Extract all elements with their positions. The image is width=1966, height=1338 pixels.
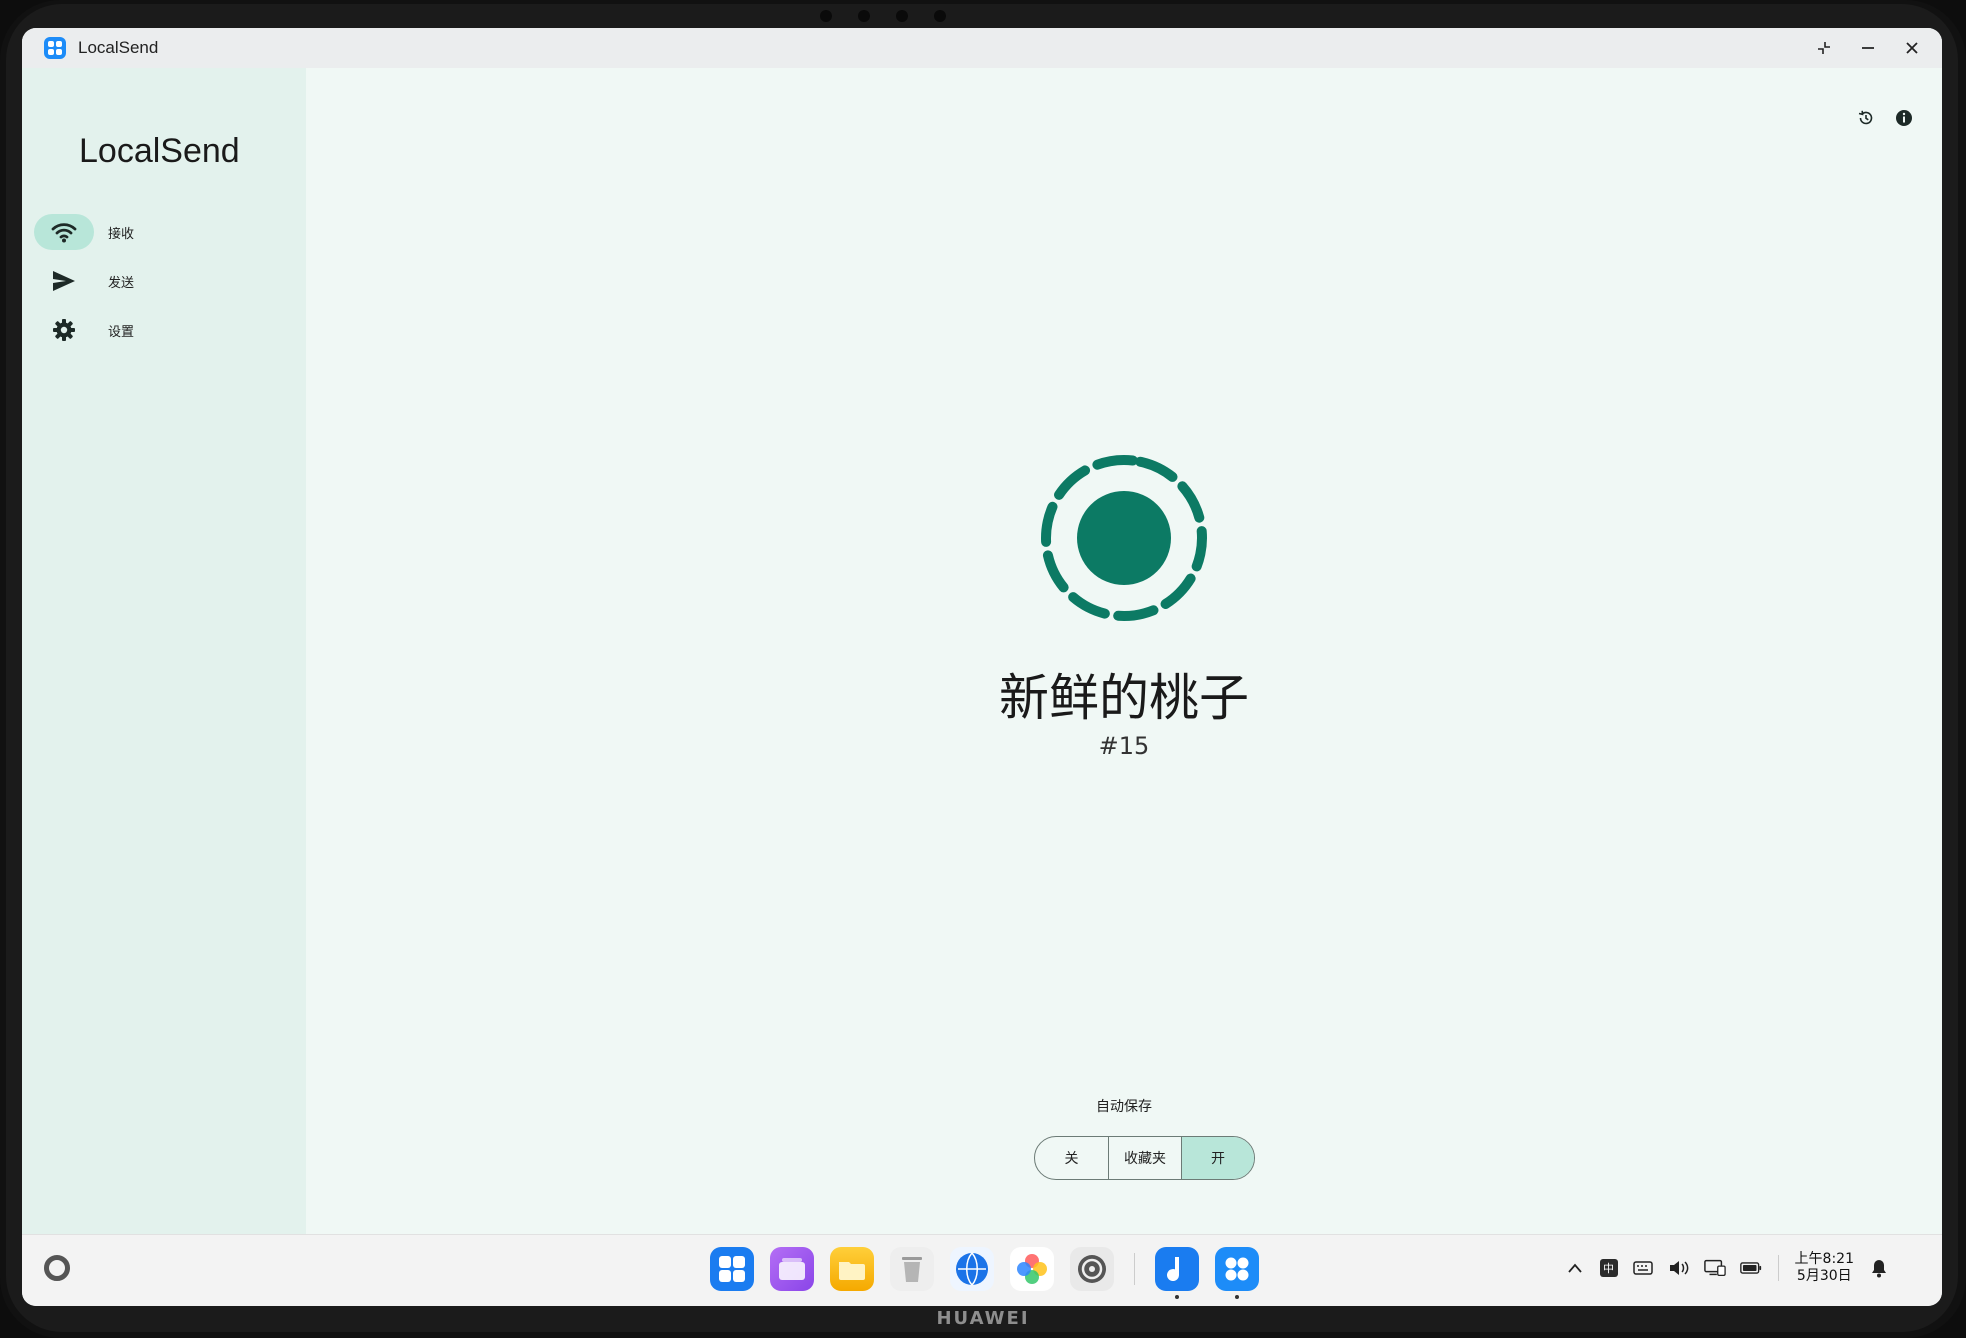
device-number: #15 xyxy=(1098,732,1150,760)
tablet-frame: LocalSend LocalSend 接收 发送 设置 新鲜的桃子 #15 自… xyxy=(0,0,1966,1338)
clock-date: 5月30日 xyxy=(1796,1268,1852,1284)
screen: LocalSend LocalSend 接收 发送 设置 新鲜的桃子 #15 自… xyxy=(22,28,1942,1306)
battery-icon[interactable] xyxy=(1739,1257,1762,1279)
autosave-option-off[interactable]: 关 xyxy=(1035,1137,1108,1179)
restore-window-icon[interactable] xyxy=(1814,38,1834,58)
camera-dot xyxy=(858,10,870,22)
close-window-icon[interactable] xyxy=(1902,38,1922,58)
localsend-app-icon xyxy=(44,37,66,59)
volume-icon[interactable] xyxy=(1668,1257,1690,1279)
window-title: LocalSend xyxy=(78,38,159,57)
app-launcher-icon[interactable] xyxy=(710,1247,754,1291)
dock xyxy=(710,1247,1259,1299)
keyboard-icon[interactable] xyxy=(1632,1257,1654,1279)
ime-indicator[interactable]: 中 xyxy=(1599,1259,1618,1277)
clock[interactable]: 上午8:21 5月30日 xyxy=(1795,1251,1854,1285)
device-brand-label: HUAWEI xyxy=(936,1308,1030,1329)
wifi-icon xyxy=(34,214,94,250)
localsend-radar-icon xyxy=(1041,455,1207,621)
notification-bell-icon[interactable] xyxy=(1868,1257,1890,1279)
browser-icon[interactable] xyxy=(950,1247,994,1291)
minimize-window-icon[interactable] xyxy=(1858,38,1878,58)
autosave-option-favorites[interactable]: 收藏夹 xyxy=(1108,1137,1181,1179)
autosave-option-on[interactable]: 开 xyxy=(1181,1137,1254,1179)
running-indicator xyxy=(1235,1295,1239,1299)
sidebar-item-label: 设置 xyxy=(108,324,135,340)
sidebar: LocalSend 接收 发送 设置 xyxy=(22,68,306,1234)
camera-array xyxy=(820,10,946,22)
system-tray: 中 上午8:21 5月30日 xyxy=(1564,1251,1890,1285)
camera-dot xyxy=(934,10,946,22)
camera-dot xyxy=(896,10,908,22)
start-button[interactable] xyxy=(44,1255,70,1281)
gallery-icon[interactable] xyxy=(1010,1247,1054,1291)
tray-separator xyxy=(1777,1255,1779,1281)
sidebar-item-receive[interactable]: 接收 xyxy=(34,214,294,250)
send-icon xyxy=(34,263,94,299)
receive-page: 新鲜的桃子 #15 自动保存 关 收藏夹 开 xyxy=(306,68,1942,1234)
display-connect-icon[interactable] xyxy=(1703,1257,1726,1279)
localsend-dock-icon[interactable] xyxy=(1215,1247,1259,1299)
sidebar-item-settings[interactable]: 设置 xyxy=(34,312,294,348)
window-controls xyxy=(1814,28,1922,68)
chevron-up-icon[interactable] xyxy=(1564,1257,1586,1279)
autosave-label: 自动保存 xyxy=(1096,1099,1152,1115)
camera-dot xyxy=(820,10,832,22)
page-actions xyxy=(1856,108,1914,128)
sidebar-item-label: 发送 xyxy=(108,275,135,291)
device-name: 新鲜的桃子 xyxy=(999,669,1249,727)
info-icon[interactable] xyxy=(1894,108,1914,128)
files-icon[interactable] xyxy=(830,1247,874,1291)
window-titlebar: LocalSend xyxy=(22,28,1942,68)
autosave-segmented-control: 关 收藏夹 开 xyxy=(1034,1136,1255,1180)
system-settings-icon[interactable] xyxy=(1070,1247,1114,1291)
history-icon[interactable] xyxy=(1856,108,1876,128)
music-app-icon[interactable] xyxy=(1155,1247,1199,1299)
trash-icon[interactable] xyxy=(890,1247,934,1291)
dock-separator xyxy=(1134,1253,1135,1285)
multitask-icon[interactable] xyxy=(770,1247,814,1291)
radar-logo xyxy=(306,448,1942,632)
running-indicator xyxy=(1175,1295,1179,1299)
gear-icon xyxy=(34,312,94,348)
taskbar: 中 上午8:21 5月30日 xyxy=(22,1234,1942,1306)
sidebar-item-label: 接收 xyxy=(108,226,135,242)
sidebar-item-send[interactable]: 发送 xyxy=(34,263,294,299)
app-logo-text: LocalSend xyxy=(79,132,240,170)
clock-time: 上午8:21 xyxy=(1794,1251,1854,1267)
